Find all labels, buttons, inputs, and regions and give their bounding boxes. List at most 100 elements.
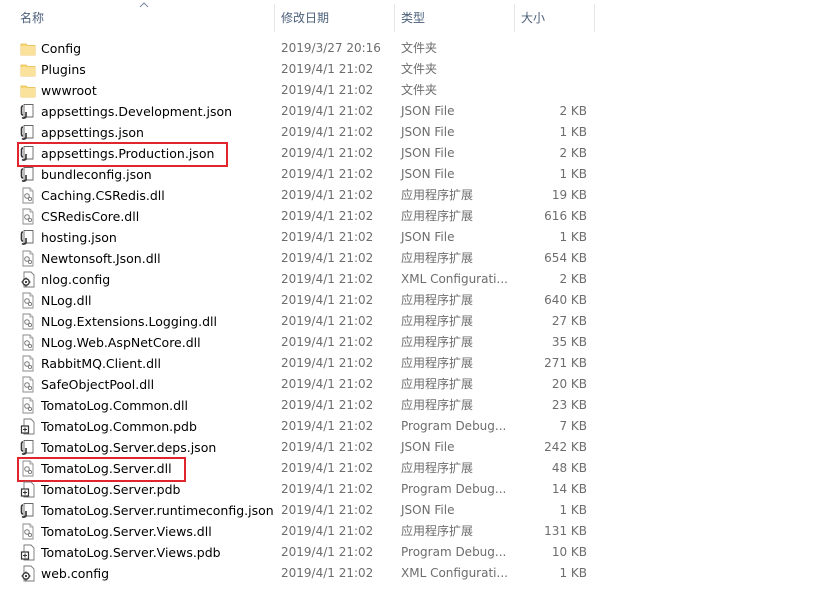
file-name: bundleconfig.json bbox=[41, 167, 152, 182]
file-row[interactable]: NLog.Extensions.Logging.dll 2019/4/1 21:0… bbox=[0, 311, 600, 332]
file-modified-date: 2019/4/1 21:02 bbox=[281, 398, 374, 412]
file-name: Caching.CSRedis.dll bbox=[41, 188, 165, 203]
folder-icon bbox=[20, 61, 36, 78]
file-size: 654 KB bbox=[544, 251, 587, 265]
file-type: JSON File bbox=[401, 167, 455, 181]
config-file-icon bbox=[20, 565, 36, 582]
file-name: SafeObjectPool.dll bbox=[41, 377, 155, 392]
dll-file-icon bbox=[20, 250, 36, 267]
file-modified-date: 2019/3/27 20:16 bbox=[281, 41, 381, 55]
dll-file-icon bbox=[20, 187, 36, 204]
file-size: 640 KB bbox=[544, 293, 587, 307]
file-row[interactable]: Newtonsoft.Json.dll 2019/4/1 21:02 应用程序扩展 6… bbox=[0, 248, 600, 269]
file-type: JSON File bbox=[401, 104, 455, 118]
file-row[interactable]: TomatoLog.Common.pdb 2019/4/1 21:02 Progra… bbox=[0, 416, 600, 437]
file-row[interactable]: TomatoLog.Server.runtimeconfig.json 2019/… bbox=[0, 500, 600, 521]
file-size: 14 KB bbox=[551, 482, 587, 496]
pdb-file-icon bbox=[20, 481, 36, 498]
file-name: TomatoLog.Server.Views.dll bbox=[41, 524, 212, 539]
file-row[interactable]: bundleconfig.json 2019/4/1 21:02 JSON File… bbox=[0, 164, 600, 185]
file-modified-date: 2019/4/1 21:02 bbox=[281, 356, 374, 370]
file-row[interactable]: TomatoLog.Common.dll 2019/4/1 21:02 应用程序扩展… bbox=[0, 395, 600, 416]
pdb-file-icon bbox=[20, 418, 36, 435]
file-name: appsettings.json bbox=[41, 125, 144, 140]
file-name: wwwroot bbox=[41, 83, 97, 98]
json-file-icon bbox=[20, 229, 36, 246]
file-size: 2 KB bbox=[559, 146, 587, 160]
file-modified-date: 2019/4/1 21:02 bbox=[281, 524, 374, 538]
column-header-size[interactable]: 大小 bbox=[515, 0, 593, 36]
file-row[interactable]: TomatoLog.Server.deps.json 2019/4/1 21:02… bbox=[0, 437, 600, 458]
file-type: 应用程序扩展 bbox=[401, 209, 474, 223]
file-row[interactable]: NLog.Web.AspNetCore.dll 2019/4/1 21:02 应用程… bbox=[0, 332, 600, 353]
dll-file-icon bbox=[20, 208, 36, 225]
file-modified-date: 2019/4/1 21:02 bbox=[281, 335, 374, 349]
file-row[interactable]: NLog.dll 2019/4/1 21:02 应用程序扩展 640 KB bbox=[0, 290, 600, 311]
folder-row[interactable]: Config 2019/3/27 20:16 文件夹 bbox=[0, 38, 600, 59]
file-row[interactable]: CSRedisCore.dll 2019/4/1 21:02 应用程序扩展 616 K… bbox=[0, 206, 600, 227]
file-size: 1 KB bbox=[559, 230, 587, 244]
file-size bbox=[515, 38, 587, 59]
folder-row[interactable]: Plugins 2019/4/1 21:02 文件夹 bbox=[0, 59, 600, 80]
file-modified-date: 2019/4/1 21:02 bbox=[281, 461, 374, 475]
file-row[interactable]: appsettings.json 2019/4/1 21:02 JSON File 1… bbox=[0, 122, 600, 143]
file-row[interactable]: Caching.CSRedis.dll 2019/4/1 21:02 应用程序扩展 1… bbox=[0, 185, 600, 206]
file-modified-date: 2019/4/1 21:02 bbox=[281, 251, 374, 265]
file-name: TomatoLog.Common.dll bbox=[41, 398, 188, 413]
file-modified-date: 2019/4/1 21:02 bbox=[281, 440, 374, 454]
file-name: Newtonsoft.Json.dll bbox=[41, 251, 161, 266]
file-row[interactable]: hosting.json 2019/4/1 21:02 JSON File 1 KB bbox=[0, 227, 600, 248]
file-row[interactable]: RabbitMQ.Client.dll 2019/4/1 21:02 应用程序扩展 2… bbox=[0, 353, 600, 374]
file-size: 616 KB bbox=[544, 209, 587, 223]
dll-file-icon bbox=[20, 397, 36, 414]
file-modified-date: 2019/4/1 21:02 bbox=[281, 209, 374, 223]
json-file-icon bbox=[20, 124, 36, 141]
file-row[interactable]: nlog.config 2019/4/1 21:02 XML Configurati… bbox=[0, 269, 600, 290]
file-row[interactable]: appsettings.Development.json 2019/4/1 21:… bbox=[0, 101, 600, 122]
file-name: Plugins bbox=[41, 62, 86, 77]
file-size: 27 KB bbox=[551, 314, 587, 328]
dll-file-icon bbox=[20, 376, 36, 393]
column-header-modified[interactable]: 修改日期 bbox=[275, 0, 393, 36]
file-row[interactable]: web.config 2019/4/1 21:02 XML Configurati.… bbox=[0, 563, 600, 584]
file-row[interactable]: TomatoLog.Server.dll 2019/4/1 21:02 应用程序扩展… bbox=[0, 457, 600, 482]
file-name: TomatoLog.Common.pdb bbox=[41, 419, 197, 434]
folder-row[interactable]: wwwroot 2019/4/1 21:02 文件夹 bbox=[0, 80, 600, 101]
file-modified-date: 2019/4/1 21:02 bbox=[281, 125, 374, 139]
file-size: 19 KB bbox=[551, 188, 587, 202]
file-size: 23 KB bbox=[551, 398, 587, 412]
file-type: XML Configurati... bbox=[401, 566, 508, 580]
column-divider[interactable] bbox=[594, 4, 595, 32]
dll-file-icon bbox=[20, 334, 36, 351]
file-name: appsettings.Production.json bbox=[41, 146, 215, 161]
file-type: JSON File bbox=[401, 503, 455, 517]
dll-file-icon bbox=[20, 292, 36, 309]
file-name: TomatoLog.Server.Views.pdb bbox=[41, 545, 221, 560]
file-type: 应用程序扩展 bbox=[401, 314, 474, 328]
file-modified-date: 2019/4/1 21:02 bbox=[281, 188, 374, 202]
file-type: XML Configurati... bbox=[401, 272, 508, 286]
file-row[interactable]: TomatoLog.Server.Views.dll 2019/4/1 21:02… bbox=[0, 521, 600, 542]
file-type: 应用程序扩展 bbox=[401, 377, 474, 391]
file-modified-date: 2019/4/1 21:02 bbox=[281, 104, 374, 118]
file-row[interactable]: TomatoLog.Server.pdb 2019/4/1 21:02 Progra… bbox=[0, 479, 600, 500]
file-type: 应用程序扩展 bbox=[401, 335, 474, 349]
file-row[interactable]: TomatoLog.Server.Views.pdb 2019/4/1 21:02… bbox=[0, 542, 600, 563]
file-row[interactable]: appsettings.Production.json 2019/4/1 21:0… bbox=[0, 142, 600, 167]
json-file-icon bbox=[20, 145, 36, 162]
file-modified-date: 2019/4/1 21:02 bbox=[281, 377, 374, 391]
json-file-icon bbox=[20, 439, 36, 456]
config-file-icon bbox=[20, 271, 36, 288]
file-row[interactable]: SafeObjectPool.dll 2019/4/1 21:02 应用程序扩展 20… bbox=[0, 374, 600, 395]
file-type: 文件夹 bbox=[401, 41, 438, 55]
file-modified-date: 2019/4/1 21:02 bbox=[281, 293, 374, 307]
file-size: 1 KB bbox=[559, 167, 587, 181]
column-header-type[interactable]: 类型 bbox=[395, 0, 513, 36]
folder-icon bbox=[20, 40, 36, 57]
dll-file-icon bbox=[20, 460, 36, 477]
file-modified-date: 2019/4/1 21:02 bbox=[281, 62, 374, 76]
file-modified-date: 2019/4/1 21:02 bbox=[281, 419, 374, 433]
column-header-name[interactable]: 名称 bbox=[14, 0, 274, 36]
file-modified-date: 2019/4/1 21:02 bbox=[281, 482, 374, 496]
file-name: web.config bbox=[41, 566, 110, 581]
